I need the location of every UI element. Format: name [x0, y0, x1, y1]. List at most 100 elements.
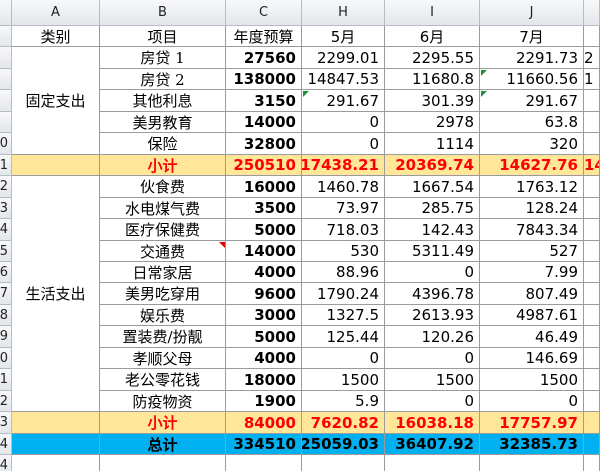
cell-k[interactable]: [584, 326, 600, 348]
cell-k[interactable]: [584, 283, 600, 305]
budget-value[interactable]: 250510: [226, 155, 302, 176]
budget-value[interactable]: 27560: [226, 47, 302, 69]
month-7-value[interactable]: 32385.73: [480, 434, 584, 455]
month-5-value[interactable]: 73.97: [302, 198, 385, 219]
column-header-k[interactable]: [584, 0, 600, 26]
row-header[interactable]: [0, 112, 12, 133]
error-indicator-icon[interactable]: [481, 70, 487, 76]
item-name[interactable]: 伙食费: [100, 176, 226, 198]
month-6-value[interactable]: 142.43: [385, 219, 480, 241]
cell-a[interactable]: [12, 412, 100, 434]
budget-value[interactable]: 3000: [226, 305, 302, 326]
cell-k[interactable]: [584, 219, 600, 241]
cell-k[interactable]: [584, 26, 600, 47]
month-5-value[interactable]: 1790.24: [302, 283, 385, 305]
header-month-6[interactable]: 6月: [385, 26, 480, 47]
month-7-value[interactable]: 1763.12: [480, 176, 584, 198]
select-all-corner[interactable]: [0, 0, 12, 26]
comment-indicator-icon[interactable]: [219, 242, 225, 248]
month-7-value[interactable]: 527: [480, 241, 584, 262]
month-7-value[interactable]: 146.69: [480, 348, 584, 369]
spreadsheet-grid[interactable]: A B C H I J 类别 项目 年度预算 5月 6月 7月 房贷 1 27560 2299.01 2295…: [0, 0, 600, 471]
month-6-value[interactable]: 1114: [385, 133, 480, 155]
cell-k[interactable]: [584, 90, 600, 112]
month-5-value[interactable]: 25059.03: [302, 434, 385, 455]
month-6-value[interactable]: 11680.8: [385, 69, 480, 90]
month-6-value[interactable]: 5311.49: [385, 241, 480, 262]
item-name[interactable]: 防疫物资: [100, 391, 226, 412]
subtotal-label[interactable]: 小计: [100, 155, 226, 176]
empty-cell[interactable]: [385, 455, 480, 471]
month-6-value[interactable]: 0: [385, 348, 480, 369]
month-7-value[interactable]: 0: [480, 391, 584, 412]
item-name[interactable]: 保险: [100, 133, 226, 155]
month-5-value[interactable]: 2299.01: [302, 47, 385, 69]
month-6-value[interactable]: 0: [385, 391, 480, 412]
header-month-5[interactable]: 5月: [302, 26, 385, 47]
header-category[interactable]: 类别: [12, 26, 100, 47]
empty-cell[interactable]: [100, 455, 226, 471]
cell-k[interactable]: [584, 412, 600, 434]
empty-cell[interactable]: [584, 455, 600, 471]
row-header[interactable]: 0: [0, 348, 12, 369]
row-header[interactable]: 2: [0, 391, 12, 412]
row-header[interactable]: 5: [0, 241, 12, 262]
cell-k[interactable]: [584, 241, 600, 262]
cell-k[interactable]: [584, 391, 600, 412]
item-name[interactable]: 娱乐费: [100, 305, 226, 326]
month-5-value[interactable]: 1460.78: [302, 176, 385, 198]
budget-value[interactable]: 3150: [226, 90, 302, 112]
month-6-value[interactable]: 301.39: [385, 90, 480, 112]
category-living-expense[interactable]: 生活支出: [12, 176, 100, 412]
row-header[interactable]: 8: [0, 305, 12, 326]
month-7-value[interactable]: 807.49: [480, 283, 584, 305]
month-7-value[interactable]: 1500: [480, 369, 584, 391]
month-7-value[interactable]: 17757.97: [480, 412, 584, 434]
cell-k[interactable]: [584, 348, 600, 369]
month-6-value[interactable]: 0: [385, 262, 480, 283]
month-5-value[interactable]: 125.44: [302, 326, 385, 348]
budget-value[interactable]: 4000: [226, 262, 302, 283]
row-header[interactable]: 7: [0, 283, 12, 305]
month-7-value[interactable]: 7843.34: [480, 219, 584, 241]
month-5-value[interactable]: 7620.82: [302, 412, 385, 434]
column-header-i[interactable]: I: [385, 0, 480, 26]
month-7-value[interactable]: 128.24: [480, 198, 584, 219]
month-7-value[interactable]: 320: [480, 133, 584, 155]
cell-k[interactable]: [584, 133, 600, 155]
budget-value[interactable]: 16000: [226, 176, 302, 198]
cell-k[interactable]: 1: [584, 69, 600, 90]
total-label[interactable]: 总计: [100, 434, 226, 455]
month-6-value[interactable]: 36407.92: [385, 434, 480, 455]
row-header[interactable]: 1: [0, 369, 12, 391]
subtotal-label[interactable]: 小计: [100, 412, 226, 434]
cell-k[interactable]: [584, 434, 600, 455]
month-7-value[interactable]: 46.49: [480, 326, 584, 348]
month-5-value[interactable]: 5.9: [302, 391, 385, 412]
row-header[interactable]: 6: [0, 262, 12, 283]
budget-value[interactable]: 18000: [226, 369, 302, 391]
column-header-h[interactable]: H: [302, 0, 385, 26]
item-name[interactable]: 房贷 1: [100, 47, 226, 69]
row-header[interactable]: 4: [0, 219, 12, 241]
cell-k[interactable]: [584, 369, 600, 391]
error-indicator-icon[interactable]: [481, 91, 487, 97]
budget-value[interactable]: 5000: [226, 219, 302, 241]
cell-k[interactable]: [584, 112, 600, 133]
budget-value[interactable]: 1900: [226, 391, 302, 412]
row-header[interactable]: [0, 90, 12, 112]
row-header[interactable]: 9: [0, 326, 12, 348]
column-header-j[interactable]: J: [480, 0, 584, 26]
empty-cell[interactable]: [226, 455, 302, 471]
row-header[interactable]: 3: [0, 412, 12, 434]
month-5-value[interactable]: 0: [302, 112, 385, 133]
cell-k[interactable]: [584, 305, 600, 326]
cell-a[interactable]: [12, 155, 100, 176]
error-indicator-icon[interactable]: [303, 91, 309, 97]
month-5-value[interactable]: 1500: [302, 369, 385, 391]
empty-cell[interactable]: [12, 455, 100, 471]
header-item[interactable]: 项目: [100, 26, 226, 47]
month-5-value[interactable]: 291.67: [302, 90, 385, 112]
budget-value[interactable]: 14000: [226, 241, 302, 262]
item-name[interactable]: 交通费: [100, 241, 226, 262]
